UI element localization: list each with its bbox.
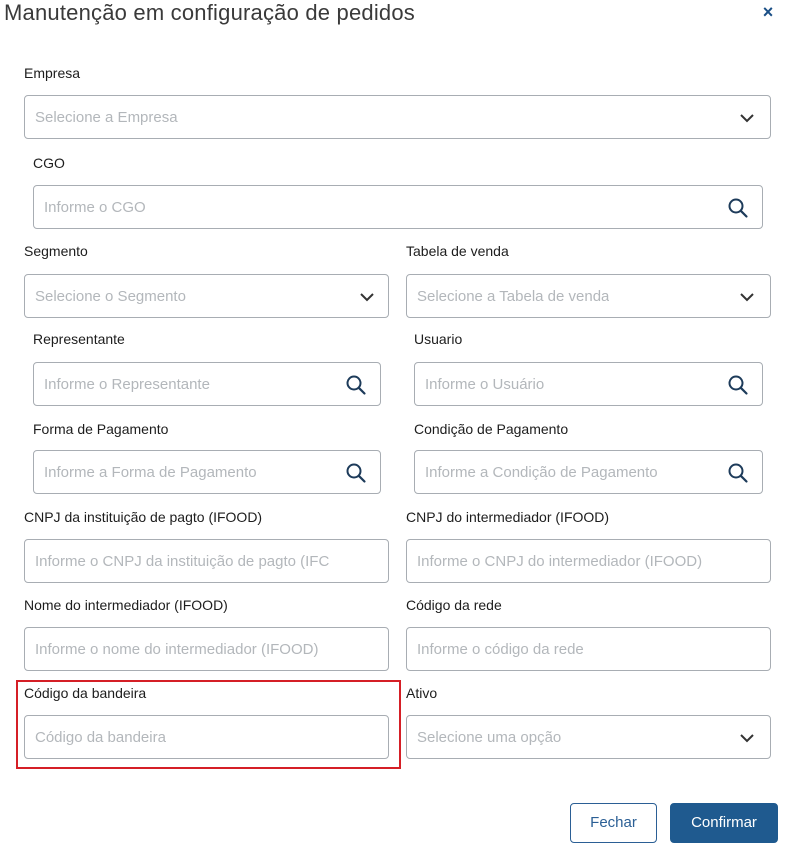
close-icon[interactable]: × — [758, 2, 778, 22]
codigo-rede-label: Código da rede — [406, 597, 502, 613]
segmento-label: Segmento — [24, 243, 88, 259]
codigo-rede-placeholder: Informe o código da rede — [417, 641, 584, 658]
empresa-placeholder: Selecione a Empresa — [35, 109, 178, 126]
codigo-bandeira-placeholder: Código da bandeira — [35, 729, 166, 746]
search-icon[interactable] — [727, 374, 749, 396]
condicao-pagamento-placeholder: Informe a Condição de Pagamento — [425, 464, 658, 481]
ativo-placeholder: Selecione uma opção — [417, 729, 562, 746]
cgo-placeholder: Informe o CGO — [44, 199, 146, 216]
cnpj-intermediador-label: CNPJ do intermediador (IFOOD) — [406, 509, 610, 525]
forma-pagamento-label: Forma de Pagamento — [33, 421, 169, 437]
dialog-title: Manutenção em configuração de pedidos — [4, 0, 416, 25]
tabela-venda-label: Tabela de venda — [406, 243, 509, 259]
representante-placeholder: Informe o Representante — [44, 376, 210, 393]
cnpj-instituicao-label: CNPJ da instituição de pagto (IFOOD) — [24, 509, 263, 525]
nome-intermediador-label: Nome do intermediador (IFOOD) — [24, 597, 228, 613]
nome-intermediador-placeholder: Informe o nome do intermediador (IFOOD) — [35, 641, 319, 658]
ativo-label: Ativo — [406, 685, 438, 701]
cgo-label: CGO — [33, 155, 65, 171]
segmento-placeholder: Selecione o Segmento — [35, 288, 186, 305]
tabela-venda-placeholder: Selecione a Tabela de venda — [417, 288, 610, 305]
cnpj-instituicao-input[interactable]: Informe o CNPJ da instituição de pagto (… — [24, 539, 389, 583]
cnpj-intermediador-input[interactable]: Informe o CNPJ do intermediador (IFOOD) — [406, 539, 771, 583]
usuario-input[interactable]: Informe o Usuário — [414, 362, 763, 406]
confirmar-button[interactable]: Confirmar — [670, 803, 778, 843]
forma-pagamento-placeholder: Informe a Forma de Pagamento — [44, 464, 257, 481]
cgo-input[interactable]: Informe o CGO — [33, 185, 763, 229]
codigo-bandeira-input[interactable]: Código da bandeira — [24, 715, 389, 759]
chevron-down-icon — [360, 293, 374, 302]
ativo-select[interactable]: Selecione uma opção — [406, 715, 771, 759]
usuario-placeholder: Informe o Usuário — [425, 376, 545, 393]
empresa-select[interactable]: Selecione a Empresa — [24, 95, 771, 139]
cnpj-instituicao-placeholder: Informe o CNPJ da instituição de pagto (… — [35, 553, 330, 570]
nome-intermediador-input[interactable]: Informe o nome do intermediador (IFOOD) — [24, 627, 389, 671]
representante-input[interactable]: Informe o Representante — [33, 362, 381, 406]
usuario-label: Usuario — [414, 331, 463, 347]
chevron-down-icon — [740, 293, 754, 302]
codigo-bandeira-label: Código da bandeira — [24, 685, 147, 701]
empresa-label: Empresa — [24, 65, 81, 81]
condicao-pagamento-label: Condição de Pagamento — [414, 421, 569, 437]
fechar-button[interactable]: Fechar — [570, 803, 657, 843]
cnpj-intermediador-placeholder: Informe o CNPJ do intermediador (IFOOD) — [417, 553, 703, 570]
representante-label: Representante — [33, 331, 125, 347]
search-icon[interactable] — [345, 462, 367, 484]
chevron-down-icon — [740, 734, 754, 743]
segmento-select[interactable]: Selecione o Segmento — [24, 274, 389, 318]
forma-pagamento-input[interactable]: Informe a Forma de Pagamento — [33, 450, 381, 494]
tabela-venda-select[interactable]: Selecione a Tabela de venda — [406, 274, 771, 318]
search-icon[interactable] — [727, 197, 749, 219]
chevron-down-icon — [740, 114, 754, 123]
codigo-rede-input[interactable]: Informe o código da rede — [406, 627, 771, 671]
search-icon[interactable] — [345, 374, 367, 396]
condicao-pagamento-input[interactable]: Informe a Condição de Pagamento — [414, 450, 763, 494]
search-icon[interactable] — [727, 462, 749, 484]
